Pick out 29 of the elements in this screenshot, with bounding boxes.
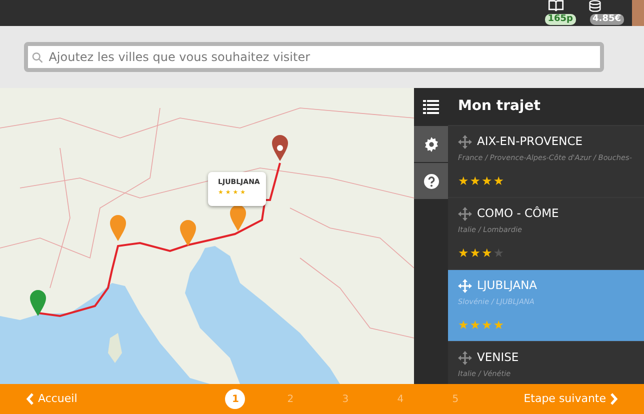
step-indicator[interactable]: 3 [335, 389, 356, 409]
city-name: VENISE [477, 349, 519, 366]
city-name: COMO - CÔME [477, 205, 559, 222]
chevron-left-icon [26, 393, 34, 405]
settings-icon[interactable] [424, 136, 438, 152]
star-rating: ★★★★ [458, 173, 506, 190]
move-icon[interactable] [458, 350, 472, 365]
star-rating: ★★★★ [458, 245, 506, 262]
back-button[interactable]: Accueil [26, 390, 78, 408]
chevron-right-icon [610, 393, 618, 405]
step-indicator[interactable]: 1 [225, 389, 246, 409]
search-icon [32, 52, 43, 62]
star-rating: ★★★★ [458, 317, 506, 334]
help-icon[interactable] [424, 174, 438, 188]
move-icon[interactable] [458, 206, 472, 221]
coins-icon[interactable] [588, 0, 602, 12]
step-indicator[interactable]: 4 [390, 389, 410, 409]
move-icon[interactable] [458, 134, 472, 149]
list-icon[interactable] [423, 100, 439, 114]
step-indicator[interactable]: 5 [445, 389, 466, 409]
city-name: AIX-EN-PROVENCE [477, 133, 583, 150]
book-icon[interactable] [548, 0, 564, 12]
money-badge: 4.85€ [590, 14, 624, 25]
move-icon[interactable] [458, 278, 472, 293]
points-badge: 165p [544, 14, 576, 25]
search-field[interactable]: Ajoutez les villes que vous souhaitez visiter [24, 42, 604, 72]
next-button[interactable]: Etape suivante [524, 390, 618, 408]
step-indicator[interactable]: 2 [280, 389, 300, 409]
city-name: LJUBLJANA [477, 277, 538, 294]
